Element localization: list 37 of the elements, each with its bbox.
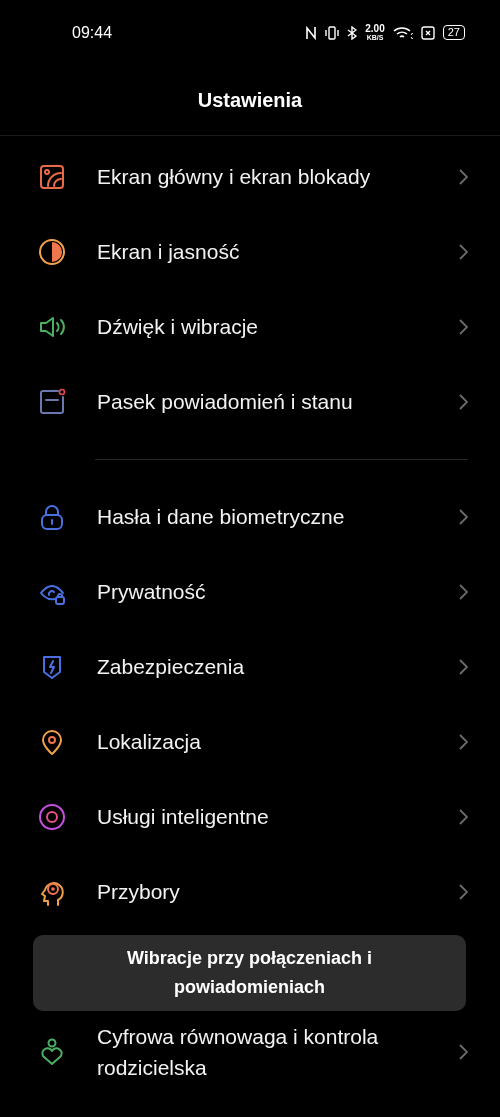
- chevron-right-icon: [458, 1042, 468, 1061]
- chevron-right-icon: [458, 507, 468, 526]
- chevron-right-icon: [458, 392, 468, 411]
- settings-item[interactable]: Usługi inteligentne: [0, 779, 500, 854]
- settings-item[interactable]: Lokalizacja: [0, 704, 500, 779]
- brightness-icon: [38, 237, 66, 266]
- vibrate-icon: [325, 25, 340, 40]
- no-sim-icon: [420, 25, 435, 40]
- chevron-right-icon: [458, 732, 468, 751]
- target-icon: [38, 802, 66, 831]
- chevron-right-icon: [458, 242, 468, 261]
- wallpaper-icon: [38, 162, 66, 191]
- settings-item[interactable]: Ekran główny i ekran blokady: [0, 139, 500, 214]
- chevron-right-icon: [458, 582, 468, 601]
- settings-item[interactable]: Hasła i dane biometryczne: [0, 479, 500, 554]
- settings-item[interactable]: Pasek powiadomień i stanu: [0, 364, 500, 439]
- chevron-right-icon: [458, 657, 468, 676]
- chevron-right-icon: [458, 317, 468, 336]
- page-title: Ustawienia: [197, 88, 303, 112]
- battery-level: 27: [442, 25, 465, 40]
- bluetooth-icon: [347, 25, 358, 40]
- settings-item[interactable]: Prywatność: [0, 554, 500, 629]
- nfc-icon: [305, 25, 318, 40]
- chevron-right-icon: [458, 882, 468, 901]
- chevron-right-icon: [458, 807, 468, 826]
- clock-time: 09:44: [72, 23, 113, 42]
- network-speed-value: 2.00: [365, 24, 385, 34]
- settings-item[interactable]: Dźwięk i wibracje: [0, 289, 500, 364]
- chevron-right-icon: [458, 167, 468, 186]
- wifi-icon: [392, 25, 413, 40]
- settings-item[interactable]: Przybory: [0, 854, 500, 929]
- settings-item[interactable]: Ekran i jasność: [0, 214, 500, 289]
- notification-panel-icon: [38, 387, 66, 416]
- lock-icon: [38, 502, 66, 531]
- toast-message: Wibracje przy połączeniach i powiadomieniach: [33, 935, 466, 1011]
- settings-item[interactable]: Zabezpieczenia: [0, 629, 500, 704]
- heart-person-icon: [38, 1037, 66, 1066]
